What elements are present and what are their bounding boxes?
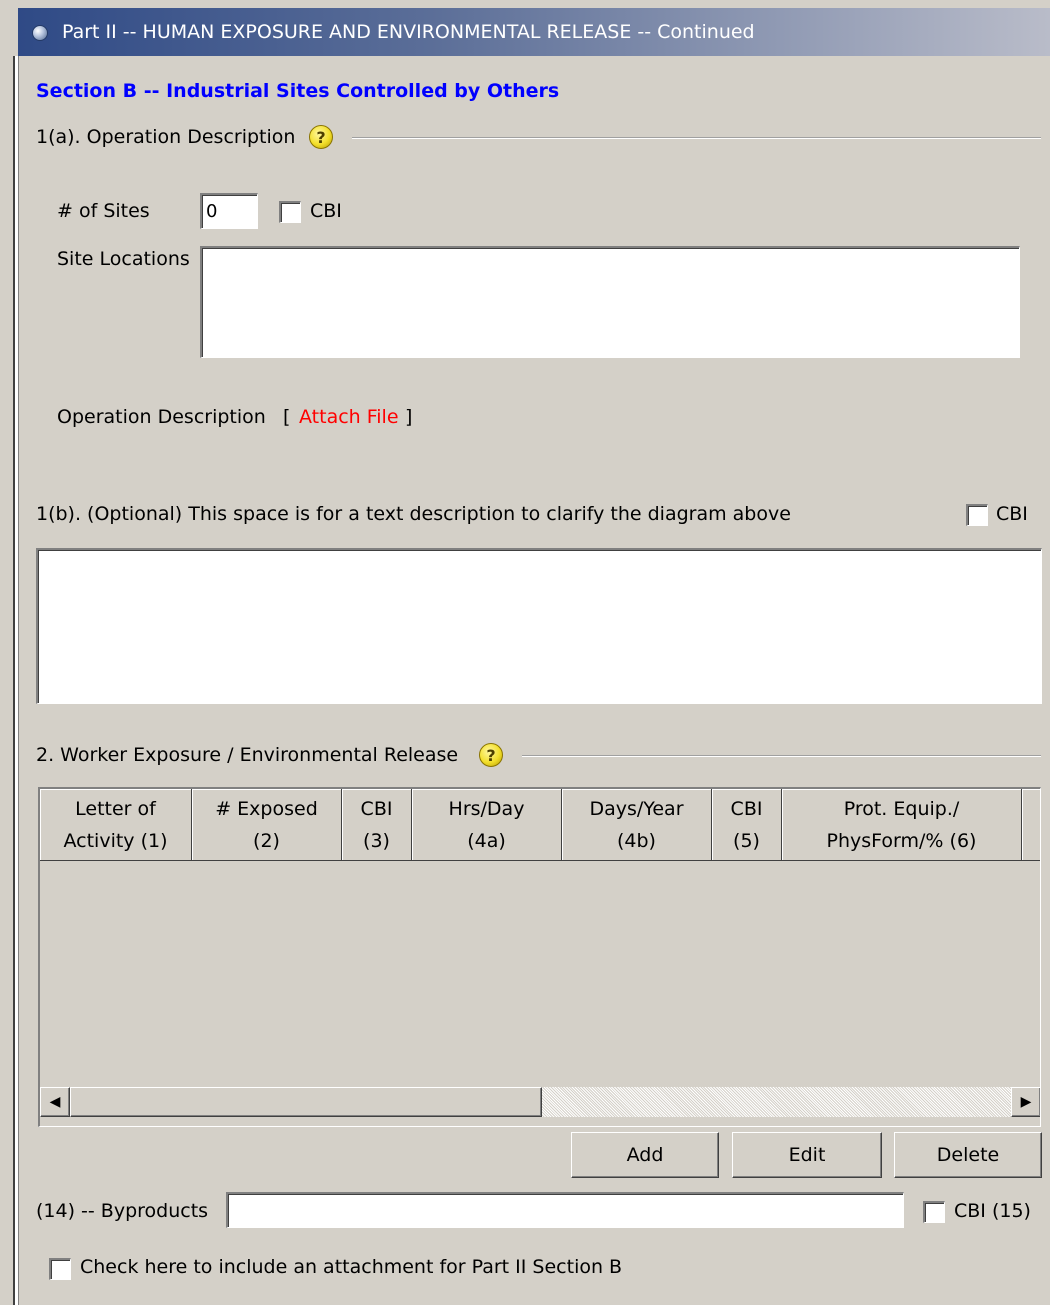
globe-icon (32, 25, 48, 41)
section-title: Section B -- Industrial Sites Controlled… (36, 80, 560, 102)
scroll-left-button[interactable]: ◀ (40, 1087, 70, 1117)
column-header-cbi-5[interactable]: CBI (5) (712, 789, 782, 861)
column-header-line: Letter of (75, 798, 156, 820)
column-header-cbi-3[interactable]: CBI (3) (342, 789, 412, 861)
column-header-line: (3) (363, 830, 390, 852)
column-header-days-year[interactable]: Days/Year (4b) (562, 789, 712, 861)
site-locations-textarea[interactable] (200, 246, 1020, 358)
attach-bracket-open: [ (283, 406, 291, 428)
help-icon[interactable]: ? (309, 125, 333, 149)
column-header-letter-of-activity[interactable]: Letter of Activity (1) (40, 789, 192, 861)
byproducts-cbi-checkbox[interactable] (923, 1201, 945, 1223)
add-button[interactable]: Add (571, 1132, 719, 1178)
num-sites-cbi-checkbox[interactable] (279, 201, 301, 223)
column-header-line: CBI (360, 798, 393, 820)
table-header: Letter of Activity (1) # Exposed (2) CBI… (40, 789, 1040, 863)
operation-separator (352, 137, 1041, 139)
scrollbar-thumb[interactable] (70, 1087, 542, 1117)
byproducts-input[interactable] (226, 1192, 904, 1228)
column-header-line: Days/Year (589, 798, 684, 820)
byproducts-cbi-label: CBI (15) (954, 1200, 1031, 1222)
column-header-line: Activity (1) (63, 830, 168, 852)
horizontal-scrollbar[interactable]: ◀ ▶ (40, 1087, 1040, 1117)
edit-button[interactable]: Edit (732, 1132, 882, 1178)
byproducts-label: (14) -- Byproducts (36, 1200, 209, 1222)
site-locations-label: Site Locations (57, 248, 190, 270)
clarify-cbi-label: CBI (996, 503, 1028, 525)
num-sites-label: # of Sites (57, 200, 150, 222)
exposure-heading: 2. Worker Exposure / Environmental Relea… (36, 744, 459, 766)
column-header-line: (4a) (467, 830, 506, 852)
column-header-prot-equip[interactable]: Prot. Equip./ PhysForm/% (6) (782, 789, 1022, 861)
column-header-line: (5) (733, 830, 760, 852)
num-sites-cbi-label: CBI (310, 200, 342, 222)
arrow-left-icon: ◀ (49, 1094, 61, 1110)
column-header-line: Hrs/Day (448, 798, 525, 820)
scrollbar-track[interactable] (542, 1087, 1011, 1117)
exposure-table[interactable]: Letter of Activity (1) # Exposed (2) CBI… (38, 787, 1041, 1127)
window-title: Part II -- HUMAN EXPOSURE AND ENVIRONMEN… (62, 21, 755, 43)
clarify-textarea[interactable] (36, 548, 1042, 704)
help-icon[interactable]: ? (479, 743, 503, 767)
column-header-line: (2) (253, 830, 280, 852)
column-header-exposed[interactable]: # Exposed (2) (192, 789, 342, 861)
column-header-line: CBI (730, 798, 763, 820)
column-header-line: (4b) (617, 830, 656, 852)
attach-file-link[interactable]: Attach File (299, 406, 399, 428)
num-sites-input[interactable] (200, 193, 258, 229)
operation-description-label: Operation Description (57, 406, 266, 428)
exposure-separator (522, 755, 1041, 757)
window-frame-left (15, 56, 19, 1305)
column-header-hrs-day[interactable]: Hrs/Day (4a) (412, 789, 562, 861)
scroll-right-button[interactable]: ▶ (1011, 1087, 1040, 1117)
attachment-label: Check here to include an attachment for … (80, 1256, 623, 1278)
column-header-line: Prot. Equip./ (843, 798, 960, 820)
column-header-line: PhysForm/% (6) (826, 830, 977, 852)
window-titlebar: Part II -- HUMAN EXPOSURE AND ENVIRONMEN… (18, 8, 1050, 56)
attachment-checkbox[interactable] (49, 1258, 71, 1280)
clarify-label: 1(b). (Optional) This space is for a tex… (36, 503, 791, 525)
arrow-right-icon: ▶ (1020, 1094, 1032, 1110)
clarify-cbi-checkbox[interactable] (966, 504, 988, 526)
operation-heading: 1(a). Operation Description (36, 126, 296, 148)
column-header-overflow (1022, 789, 1040, 861)
attach-bracket-close: ] (405, 406, 413, 428)
delete-button[interactable]: Delete (894, 1132, 1042, 1178)
column-header-line: # Exposed (215, 798, 318, 820)
